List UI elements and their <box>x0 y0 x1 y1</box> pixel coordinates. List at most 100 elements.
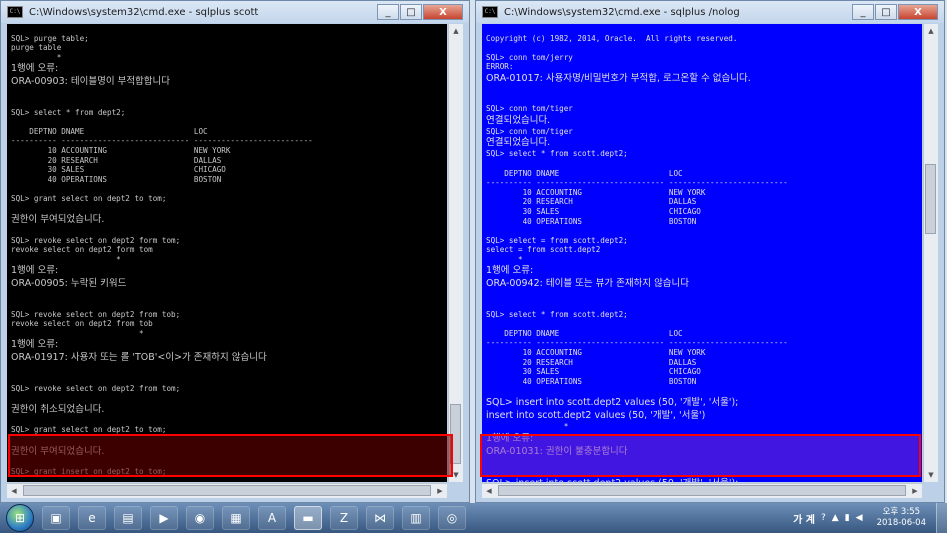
maximize-button[interactable]: □ <box>400 4 422 20</box>
remote-tool-icon[interactable]: ◎ <box>438 506 466 530</box>
window-title: C:\Windows\system32\cmd.exe - sqlplus /n… <box>504 6 740 18</box>
clock-date: 2018-06-04 <box>876 518 926 528</box>
console-line: 10 ACCOUNTING NEW YORK <box>486 348 706 358</box>
filezilla-icon[interactable]: Z <box>330 506 358 530</box>
scroll-right-arrow-icon[interactable]: ▶ <box>433 484 447 498</box>
console-line: 1행에 오류: <box>11 63 59 75</box>
console-output[interactable]: Copyright (c) 1982, 2014, Oracle. All ri… <box>482 24 922 482</box>
acrobat-icon[interactable]: A <box>258 506 286 530</box>
horizontal-scrollbar[interactable]: ◀ ▶ <box>7 483 447 498</box>
start-button[interactable]: ⊞ <box>6 504 34 532</box>
cmd-icon[interactable]: ▬ <box>294 506 322 530</box>
minimize-button[interactable]: _ <box>377 4 399 20</box>
title-bar[interactable]: C:\ C:\Windows\system32\cmd.exe - sqlplu… <box>1 1 469 23</box>
volume-icon[interactable]: ◀ <box>856 513 863 523</box>
scroll-right-arrow-icon[interactable]: ▶ <box>908 484 922 498</box>
highlight-box-grant-insert <box>8 434 453 477</box>
console-line: 20 RESEARCH DALLAS <box>486 357 697 367</box>
console-line: 연결되었습니다. <box>486 137 551 149</box>
media-player-icon[interactable]: ▶ <box>150 506 178 530</box>
console-line: ORA-00942: 테이블 또는 뷰가 존재하지 않습니다 <box>486 278 690 290</box>
clock[interactable]: 오후 3:55 2018-06-04 <box>877 507 926 529</box>
console-line: ORA-01017: 사용자명/비밀번호가 부적합, 로그온할 수 없습니다. <box>486 72 751 84</box>
cmd-window-nolog[interactable]: C:\ C:\Windows\system32\cmd.exe - sqlplu… <box>475 0 945 503</box>
console-line: * <box>486 422 569 431</box>
console-line: DEPTNO DNAME LOC <box>486 168 683 178</box>
console-line: * <box>486 254 523 264</box>
console-line: * <box>11 328 144 338</box>
scroll-thumb-horizontal[interactable] <box>498 485 906 496</box>
maximize-button[interactable]: □ <box>875 4 897 20</box>
console-line: SQL> grant select on dept2 to tom; <box>11 193 167 203</box>
console-line: select = from scott.dept2 <box>486 245 601 255</box>
scroll-up-arrow-icon[interactable]: ▲ <box>449 24 463 38</box>
vertical-scrollbar[interactable]: ▲ ▼ <box>923 24 938 482</box>
scroll-left-arrow-icon[interactable]: ◀ <box>7 484 21 498</box>
console-line: 1행에 오류: <box>11 339 59 351</box>
close-button[interactable]: X <box>898 4 938 20</box>
tray-arrow-icon[interactable]: ▲ <box>832 513 839 523</box>
taskbar: ⊞ ▣ e ▤ ▶ ◉ ▦ A ▬ Z ⋈ ▥ ◎ 가 계 ? ▲ ▮ ◀ 오후… <box>0 503 947 533</box>
console-line: 30 SALES CHICAGO <box>486 206 701 216</box>
scroll-down-arrow-icon[interactable]: ▼ <box>924 468 938 482</box>
console-line: SQL> insert into scott.dept2 values (50,… <box>486 397 739 408</box>
console-line: DEPTNO DNAME LOC <box>486 328 683 338</box>
visual-studio-icon[interactable]: ⋈ <box>366 506 394 530</box>
network-icon[interactable]: ▮ <box>845 513 850 523</box>
console-line: ORA-00905: 누락된 키워드 <box>11 278 127 290</box>
window-title: C:\Windows\system32\cmd.exe - sqlplus sc… <box>29 6 259 18</box>
console-line: SQL> select * from scott.dept2; <box>486 309 628 319</box>
cmd-window-scott[interactable]: C:\ C:\Windows\system32\cmd.exe - sqlplu… <box>0 0 470 503</box>
console-line: ORA-00903: 테이블명이 부적합합니다 <box>11 76 171 88</box>
close-button[interactable]: X <box>423 4 463 20</box>
system-tray: 가 계 ? ▲ ▮ ◀ 오후 3:55 2018-06-04 <box>793 503 947 533</box>
console-line: 30 SALES CHICAGO <box>486 367 701 377</box>
console-line: 권한이 취소되었습니다. <box>11 403 105 415</box>
console-line: 권한이 부여되었습니다. <box>11 214 105 226</box>
console-line: insert into scott.dept2 values (50, '개발'… <box>486 410 706 421</box>
scroll-left-arrow-icon[interactable]: ◀ <box>482 484 496 498</box>
console-line: SQL> revoke select on dept2 form tom; <box>11 235 181 245</box>
file-folder-icon[interactable]: ▤ <box>114 506 142 530</box>
horizontal-scrollbar[interactable]: ◀ ▶ <box>482 483 922 498</box>
console-line: 10 ACCOUNTING NEW YORK <box>486 187 706 197</box>
vertical-scrollbar[interactable]: ▲ ▼ <box>448 24 463 482</box>
console-line: revoke select on dept2 form tom <box>11 245 153 255</box>
windows-explorer-icon[interactable]: ▣ <box>42 506 70 530</box>
console-line: SQL> conn tom/tiger <box>486 104 573 114</box>
ime-indicator[interactable]: 가 계 <box>793 511 815 526</box>
minimize-button[interactable]: _ <box>852 4 874 20</box>
console-line: SQL> conn tom/tiger <box>486 126 573 136</box>
console-line: ---------- ---------------------------- … <box>11 136 313 146</box>
help-icon[interactable]: ? <box>821 513 826 523</box>
console-line: SQL> purge table; <box>11 33 89 43</box>
show-desktop-button[interactable] <box>936 503 947 533</box>
screen-capture-icon[interactable]: ▦ <box>222 506 250 530</box>
chrome-icon[interactable]: ◉ <box>186 506 214 530</box>
internet-explorer-icon[interactable]: e <box>78 506 106 530</box>
title-bar[interactable]: C:\ C:\Windows\system32\cmd.exe - sqlplu… <box>476 1 944 23</box>
console-line: SQL> select * from dept2; <box>11 107 126 117</box>
scroll-thumb[interactable] <box>925 164 936 234</box>
cmd-icon: C:\ <box>7 6 23 18</box>
console-line: SQL> insert into scott.dept2 values (50,… <box>482 477 922 482</box>
console-output[interactable]: SQL> purge table; purge table * 1행에 오류: ORA… <box>7 24 447 482</box>
scroll-up-arrow-icon[interactable]: ▲ <box>924 24 938 38</box>
console-line: * <box>11 254 121 264</box>
database-icon[interactable]: ▥ <box>402 506 430 530</box>
console-line: ---------- ---------------------------- … <box>486 338 788 348</box>
scroll-thumb-horizontal[interactable] <box>23 485 431 496</box>
